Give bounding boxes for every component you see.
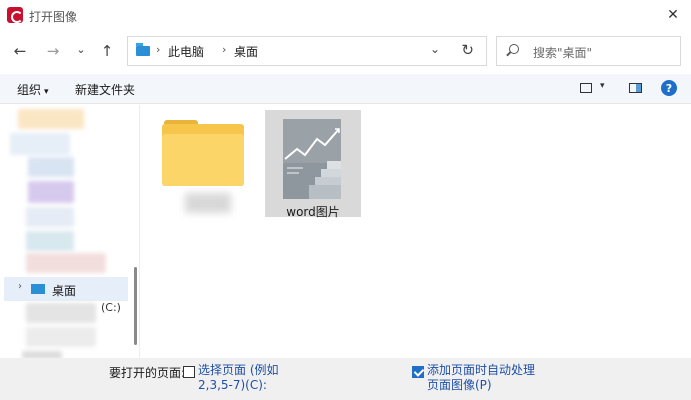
up-button[interactable]: ↑ [95,39,119,63]
blurred-nav-item [26,303,96,323]
search-input[interactable]: 搜索"桌面" [533,44,592,61]
pages-label: 要打开的页面: [109,366,186,380]
breadcrumb-separator-icon: › [222,43,227,56]
select-pages-checkbox[interactable] [183,366,195,378]
desktop-folder-icon [136,43,150,56]
organize-label: 组织 [17,83,42,97]
window-title: 打开图像 [29,10,78,24]
blurred-nav-item [10,133,70,155]
help-icon[interactable]: ? [661,80,677,96]
sidebar-scrollbar[interactable] [134,267,137,345]
sidebar-item-desktop[interactable]: › 桌面 [4,277,128,301]
desktop-folder-icon [31,284,45,294]
navigation-pane[interactable]: › 桌面 (C:) [0,105,140,358]
blurred-nav-item [26,327,96,347]
back-button[interactable]: ← [8,39,32,63]
preview-pane-icon[interactable] [629,83,642,93]
command-toolbar: 组织 ▾ 新建文件夹 ▾ ? [0,74,691,104]
refresh-icon[interactable]: ↻ [461,41,474,59]
select-pages-line2: 2,3,5-7)(C): [198,378,267,392]
blurred-nav-item [26,253,106,273]
chevron-right-icon[interactable]: › [18,281,22,292]
folder-icon-front [162,134,244,186]
chevron-down-icon: ▾ [44,87,49,97]
new-folder-button[interactable]: 新建文件夹 [75,81,135,98]
view-options-chevron-icon[interactable]: ▾ [600,81,605,91]
blurred-folder-name [185,193,231,213]
close-button[interactable]: ✕ [655,0,691,30]
app-logo-icon [7,7,23,23]
select-pages-label[interactable]: 选择页面 (例如 2,3,5-7)(C): [198,363,279,393]
chart-thumbnail-icon [283,119,341,199]
view-mode-icon[interactable] [580,83,592,93]
search-box[interactable]: 搜索"桌面" [496,36,681,66]
sidebar-item-label: 桌面 [52,284,77,298]
blurred-nav-item [28,181,74,203]
drive-label: (C:) [101,301,121,314]
blurred-nav-item [18,109,84,129]
folder-item[interactable] [162,120,244,190]
auto-process-line1: 添加页面时自动处理 [427,363,536,377]
file-item-word-image[interactable]: word图片 [265,110,361,219]
title-bar: 打开图像 ✕ [0,0,691,30]
breadcrumb-separator-icon: › [156,43,161,56]
file-name: word图片 [286,205,340,219]
blurred-nav-item [26,207,74,227]
breadcrumb-this-pc[interactable]: 此电脑 [168,43,204,60]
breadcrumb-desktop[interactable]: 桌面 [234,43,258,60]
blurred-nav-item [26,231,74,251]
auto-process-label[interactable]: 添加页面时自动处理 页面图像(P) [427,363,535,393]
auto-process-line2: 页面图像(P) [427,378,492,392]
address-dropdown-icon[interactable]: ⌄ [430,42,440,56]
organize-button[interactable]: 组织 ▾ [17,81,49,98]
file-list[interactable]: word图片 [141,105,691,358]
blurred-nav-item [28,157,74,177]
search-icon [509,44,519,54]
address-bar[interactable]: › 此电脑 › 桌面 ⌄ ↻ [127,36,487,66]
forward-button[interactable]: → [41,39,65,63]
select-pages-line1: 选择页面 (例如 [198,363,279,377]
recent-locations-button[interactable]: ⌄ [69,37,93,61]
auto-process-checkbox[interactable] [412,366,424,378]
open-options-panel: 要打开的页面: 选择页面 (例如 2,3,5-7)(C): 添加页面时自动处理 页面… [0,358,691,400]
image-thumbnail [283,119,341,199]
blurred-nav-item [22,351,62,358]
